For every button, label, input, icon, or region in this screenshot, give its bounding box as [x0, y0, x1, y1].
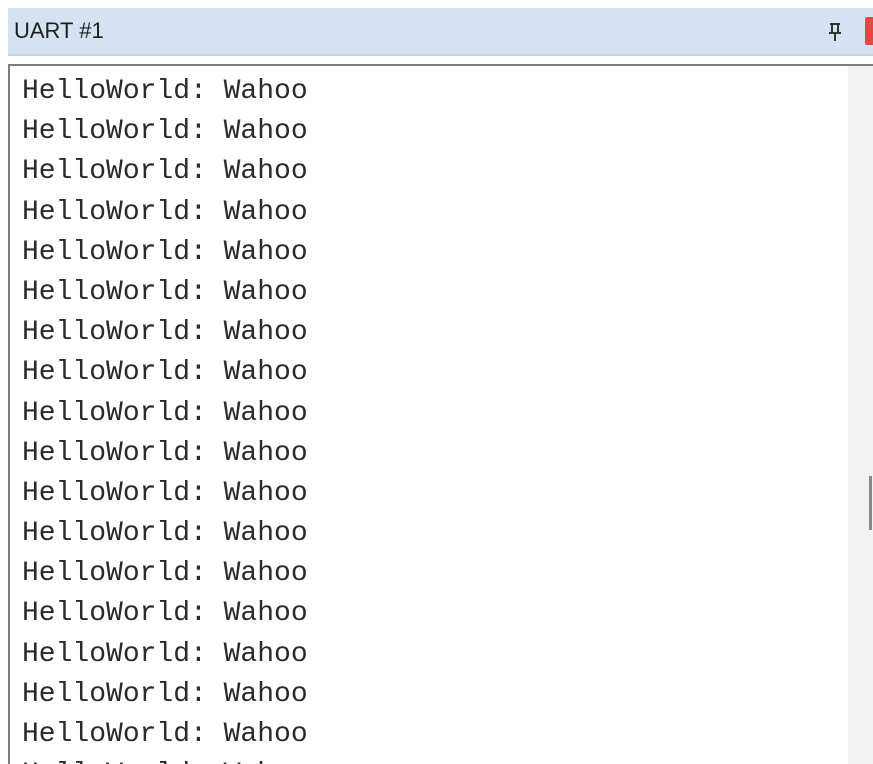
output-line: HelloWorld: Wahoo — [22, 196, 308, 228]
uart-window: UART #1 HelloWorld: Wahoo HelloWorld: Wah… — [0, 0, 873, 764]
pin-icon[interactable] — [826, 22, 844, 42]
output-line: HelloWorld: Wahoo — [22, 76, 308, 107]
output-line: HelloWorld: Wahoo — [22, 156, 308, 188]
output-line: HelloWorld: Wahoo — [22, 317, 308, 349]
scrollbar-thumb[interactable] — [869, 476, 872, 530]
output-line: HelloWorld: Wahoo — [22, 598, 308, 630]
output-line: HelloWorld: Wahoo — [22, 558, 308, 590]
vertical-scrollbar[interactable] — [848, 66, 873, 764]
output-line: HelloWorld: Wahoo — [22, 397, 308, 429]
output-line: HelloWorld: Wahoo — [22, 116, 308, 148]
output-line: HelloWorld: Wahoo — [22, 477, 308, 509]
output-line: HelloWorld: Wahoo — [22, 638, 308, 670]
output-line: HelloWorld: Wahoo — [22, 276, 308, 308]
output-line: HelloWorld: Wahoo — [22, 437, 308, 469]
output-line: HelloWorld: Wahoo — [22, 518, 308, 550]
close-icon[interactable] — [865, 17, 873, 45]
output-line: HelloWorld: Wahoo — [22, 719, 308, 750]
uart-output-panel[interactable]: HelloWorld: Wahoo HelloWorld: Wahoo HelloW… — [8, 64, 873, 764]
output-line: HelloWorld: Wahoo — [22, 357, 308, 389]
output-line: HelloWorld: Wahoo — [22, 755, 842, 764]
output-line: HelloWorld: Wahoo — [22, 678, 308, 710]
output-line: HelloWorld: Wahoo — [22, 236, 308, 268]
terminal-output: HelloWorld: Wahoo HelloWorld: Wahoo HelloW… — [22, 72, 842, 764]
window-title: UART #1 — [14, 18, 104, 43]
title-bar: UART #1 — [8, 8, 873, 56]
